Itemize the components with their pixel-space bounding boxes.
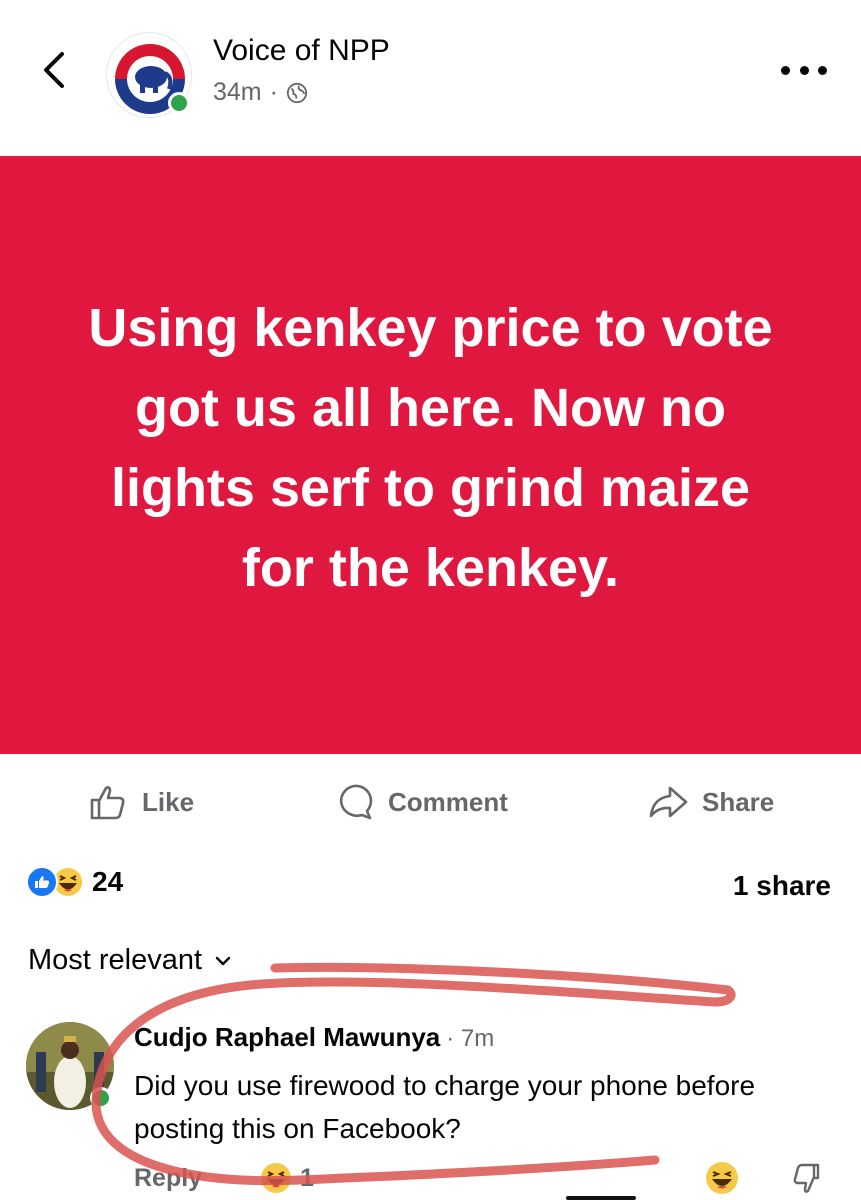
back-arrow-icon: [44, 52, 64, 88]
comment-author: Cudjo Raphael Mawunya · 7m: [134, 1022, 494, 1053]
meta-separator: ·: [269, 78, 278, 106]
post-time[interactable]: 34m: [213, 78, 262, 107]
share-icon: [649, 786, 688, 818]
back-button[interactable]: [36, 48, 76, 92]
comment-sort-dropdown[interactable]: Most relevant: [28, 944, 234, 977]
post-actions-bar: Like Comment Share: [0, 768, 861, 834]
chevron-down-icon: [215, 956, 231, 965]
dislike-icon[interactable]: [790, 1162, 824, 1196]
online-indicator: [168, 92, 190, 114]
comment-label: Comment: [388, 786, 508, 817]
haha-icon: [261, 1163, 291, 1193]
comment-icon: [339, 784, 373, 820]
comment-footer: Reply 1: [134, 1160, 834, 1200]
comment-author-name[interactable]: Cudjo Raphael Mawunya: [134, 1022, 440, 1053]
home-indicator: [566, 1196, 636, 1200]
reaction-count: 24: [92, 866, 124, 897]
sort-label: Most relevant: [28, 944, 203, 976]
share-label: Share: [702, 786, 775, 817]
post-text: Using kenkey price to vote got us all he…: [88, 298, 773, 598]
more-dot: [781, 65, 790, 75]
globe-icon: [286, 82, 308, 103]
commenter-online-indicator: [90, 1087, 112, 1109]
like-label: Like: [142, 786, 195, 817]
page-avatar-wrap[interactable]: [106, 32, 192, 118]
comment-text: Did you use firewood to charge your phon…: [134, 1070, 756, 1144]
comment-button[interactable]: Comment: [332, 780, 508, 824]
share-button[interactable]: Share: [646, 780, 774, 824]
page-name[interactable]: Voice of NPP: [213, 34, 390, 68]
post-text-card[interactable]: Using kenkey price to vote got us all he…: [0, 156, 861, 754]
like-button[interactable]: Like: [86, 780, 194, 824]
reactions-summary[interactable]: 24: [26, 866, 123, 898]
like-icon: [90, 786, 125, 820]
comment-time: · 7m: [446, 1025, 495, 1052]
comment-reaction-count: 1: [300, 1163, 314, 1192]
reply-button[interactable]: Reply: [134, 1164, 202, 1193]
share-count[interactable]: 1 share: [733, 870, 831, 902]
post-meta: 34m ·: [213, 78, 308, 107]
more-dot: [818, 65, 827, 75]
more-dot: [799, 65, 809, 75]
comment-reaction-summary[interactable]: 1: [260, 1162, 314, 1194]
post-header: Voice of NPP 34m ·: [0, 0, 861, 156]
more-options-button[interactable]: [781, 60, 827, 80]
like-reaction-icon: [26, 866, 58, 898]
haha-react-button-icon[interactable]: [704, 1160, 740, 1196]
